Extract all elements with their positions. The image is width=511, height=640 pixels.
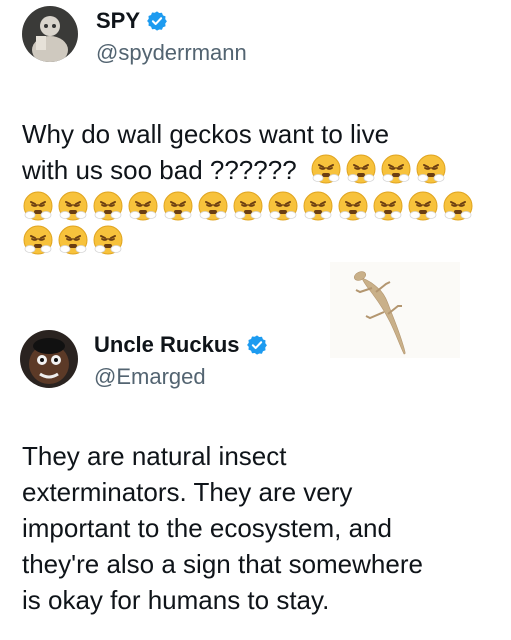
tweet-text-line: They are natural insect (22, 441, 287, 471)
tweet-text-line1: Why do wall geckos want to live (22, 119, 390, 149)
handle-spy[interactable]: @spyderrmann (96, 40, 247, 66)
tweet-uncle-ruckus: Uncle Ruckus @Emarged They are natural i… (0, 318, 511, 640)
tweet-text-spy: Why do wall geckos want to live with us … (22, 116, 502, 256)
emoji-group-line3 (22, 190, 502, 222)
verified-badge-icon (246, 335, 267, 355)
emoji-group-line4 (22, 224, 502, 256)
handle-uncle-ruckus[interactable]: @Emarged (94, 364, 206, 390)
face-with-steam-from-nose-icon (443, 191, 473, 221)
face-with-steam-from-nose-icon (128, 191, 158, 221)
display-name-uncle-ruckus[interactable]: Uncle Ruckus (94, 332, 268, 358)
avatar-uncle-ruckus[interactable] (20, 330, 78, 388)
emoji-group-line2 (310, 153, 447, 185)
face-with-steam-from-nose-icon (373, 191, 403, 221)
face-with-steam-from-nose-icon (93, 191, 123, 221)
verified-badge-icon (147, 11, 167, 31)
face-with-steam-from-nose-icon (93, 225, 123, 255)
face-with-steam-from-nose-icon (381, 154, 411, 184)
face-with-steam-from-nose-icon (408, 191, 438, 221)
face-with-steam-from-nose-icon (23, 191, 53, 221)
face-with-steam-from-nose-icon (311, 154, 341, 184)
display-name-text[interactable]: Uncle Ruckus (94, 332, 240, 358)
face-with-steam-from-nose-icon (416, 154, 446, 184)
face-with-steam-from-nose-icon (23, 225, 53, 255)
tweet-text-line: important to the ecosystem, and (22, 513, 392, 543)
face-with-steam-from-nose-icon (233, 191, 263, 221)
face-with-steam-from-nose-icon (163, 191, 193, 221)
tweet-text-line2: with us soo bad ?????? (22, 155, 297, 185)
tweet-text-line: is okay for humans to stay. (22, 585, 330, 615)
face-with-steam-from-nose-icon (346, 154, 376, 184)
face-with-steam-from-nose-icon (198, 191, 228, 221)
tweet-text-line: exterminators. They are very (22, 477, 353, 507)
avatar-spy[interactable] (22, 6, 78, 62)
tweet-spy: SPY @spyderrmann Why do wall geckos want… (0, 0, 511, 358)
tweet-text-line: they're also a sign that somewhere (22, 549, 423, 579)
tweet-text-uncle-ruckus: They are natural insect exterminators. T… (22, 438, 502, 618)
display-name-spy[interactable]: SPY (96, 8, 168, 34)
tweet-text-line2-wrap: with us soo bad ?????? (22, 152, 502, 188)
display-name-text[interactable]: SPY (96, 8, 140, 34)
face-with-steam-from-nose-icon (303, 191, 333, 221)
face-with-steam-from-nose-icon (268, 191, 298, 221)
face-with-steam-from-nose-icon (338, 191, 368, 221)
face-with-steam-from-nose-icon (58, 225, 88, 255)
face-with-steam-from-nose-icon (58, 191, 88, 221)
